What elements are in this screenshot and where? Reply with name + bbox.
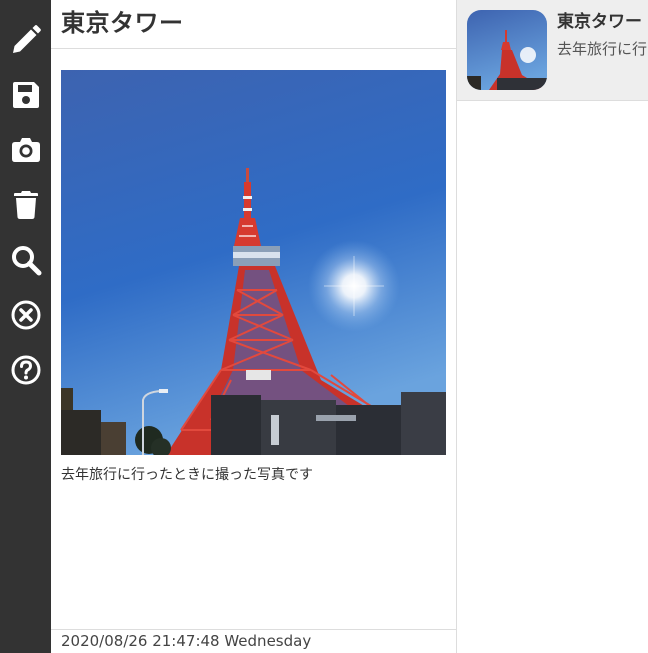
list-item-excerpt: 去年旅行に行ったときに撮った写真です xyxy=(557,40,648,58)
search-button[interactable] xyxy=(6,240,46,280)
note-list: 東京タワー 去年旅行に行ったときに撮った写真です xyxy=(457,0,648,653)
note-detail-pane: 東京タワー 去年旅行に行ったときに撮った写真です 2020/08/26 21:4… xyxy=(51,0,456,653)
close-button[interactable] xyxy=(6,295,46,335)
edit-button[interactable] xyxy=(6,20,46,60)
list-item-thumbnail xyxy=(467,10,547,90)
list-item-title: 東京タワー xyxy=(557,12,642,32)
delete-button[interactable] xyxy=(6,185,46,225)
pencil-icon xyxy=(13,25,41,53)
search-icon xyxy=(12,246,42,276)
notes-app: 東京タワー 去年旅行に行ったときに撮った写真です 2020/08/26 21:4… xyxy=(0,0,648,653)
help-button[interactable] xyxy=(6,350,46,390)
note-caption: 去年旅行に行ったときに撮った写真です xyxy=(61,467,313,483)
help-icon xyxy=(11,355,41,385)
camera-button[interactable] xyxy=(6,130,46,170)
footer-divider xyxy=(51,629,456,630)
note-title: 東京タワー xyxy=(61,9,184,37)
save-button[interactable] xyxy=(6,75,46,115)
close-circle-icon xyxy=(11,300,41,330)
trash-icon xyxy=(14,191,38,219)
left-toolbar xyxy=(0,0,51,653)
camera-icon xyxy=(12,138,40,162)
note-photo xyxy=(61,70,446,455)
list-item[interactable]: 東京タワー 去年旅行に行ったときに撮った写真です xyxy=(457,0,648,101)
save-icon xyxy=(13,82,39,108)
note-timestamp: 2020/08/26 21:47:48 Wednesday xyxy=(61,632,312,650)
title-divider xyxy=(51,48,456,49)
